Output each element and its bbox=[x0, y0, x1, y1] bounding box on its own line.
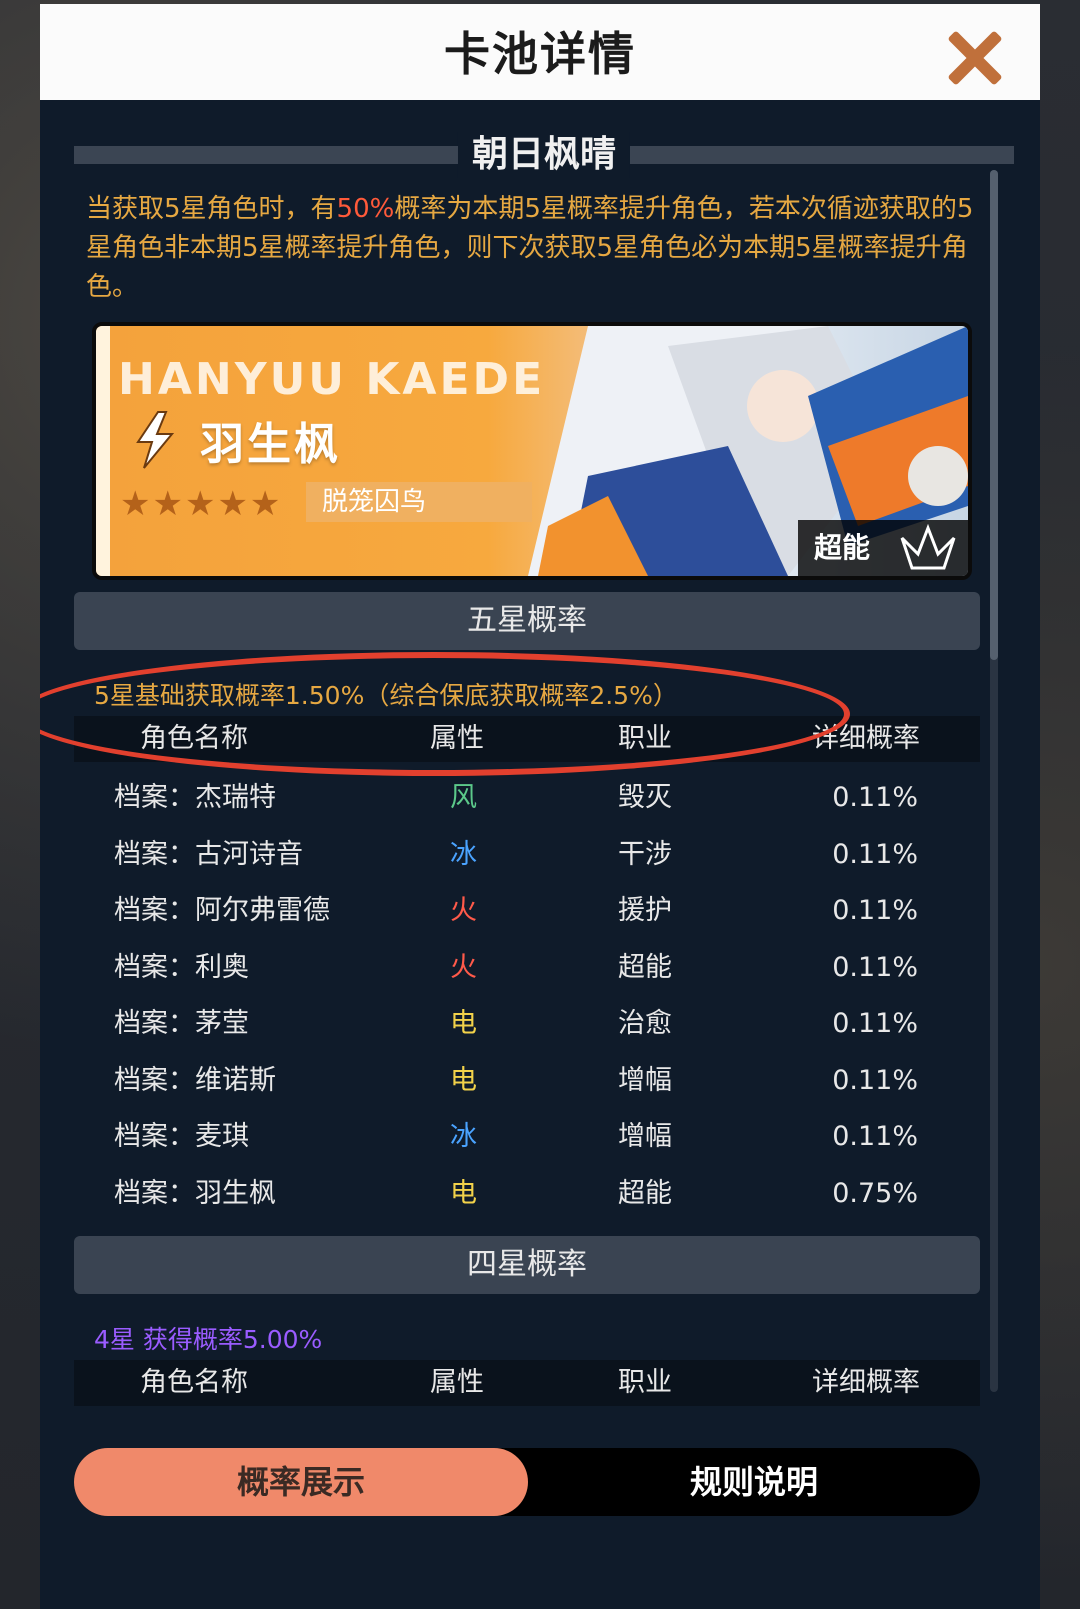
row-job: 增幅 bbox=[618, 1064, 672, 1096]
table-row: 档案：麦琪 冰 增幅 0.11% bbox=[74, 1109, 980, 1166]
pool-title-row: 朝日枫晴 bbox=[74, 132, 1014, 182]
pool-name: 朝日枫晴 bbox=[457, 132, 631, 178]
row-attr: 冰 bbox=[450, 1121, 477, 1152]
header-rate: 详细概率 bbox=[812, 1367, 920, 1398]
row-name: 档案：阿尔弗雷德 bbox=[114, 895, 330, 926]
guarantee-notice: 当获取5星角色时，有50%概率为本期5星概率提升角色，若本次循迹获取的5星角色非… bbox=[86, 190, 986, 307]
table-row: 档案：杰瑞特 风 毁灭 0.11% bbox=[74, 770, 980, 827]
lightning-icon bbox=[136, 411, 175, 469]
table-row: 档案：茅莹 电 治愈 0.11% bbox=[74, 996, 980, 1053]
row-name: 档案：杰瑞特 bbox=[114, 782, 276, 813]
header-rate: 详细概率 bbox=[812, 723, 920, 754]
featured-character-banner[interactable]: HANYUU KAEDE 羽生枫 ★★★★★ 脱笼囚鸟 超能 bbox=[92, 322, 972, 580]
row-rate: 0.11% bbox=[832, 1064, 918, 1096]
row-job: 援护 bbox=[618, 895, 672, 926]
row-attr: 冰 bbox=[450, 838, 477, 870]
header-name: 角色名称 bbox=[140, 1367, 248, 1398]
star-icon: ★★★★★ bbox=[120, 484, 283, 524]
scrollbar-thumb[interactable] bbox=[990, 170, 998, 660]
row-job: 干涉 bbox=[618, 838, 672, 870]
row-rate: 0.11% bbox=[832, 838, 918, 870]
dialog-header: 卡池详情 bbox=[40, 4, 1040, 100]
class-label: 超能 bbox=[814, 531, 871, 564]
header-name: 角色名称 bbox=[140, 723, 248, 754]
row-job: 治愈 bbox=[618, 1008, 672, 1039]
row-job: 毁灭 bbox=[618, 782, 672, 813]
class-badge: 超能 bbox=[798, 520, 968, 576]
row-attr: 电 bbox=[450, 1008, 477, 1039]
row-name: 档案：茅莹 bbox=[114, 1008, 249, 1039]
row-rate: 0.11% bbox=[832, 895, 918, 926]
row-name: 档案：羽生枫 bbox=[114, 1177, 276, 1209]
four-star-table-header: 角色名称 属性 职业 详细概率 bbox=[74, 1360, 980, 1406]
row-name: 档案：利奥 bbox=[114, 951, 249, 983]
table-row: 档案：古河诗音 冰 干涉 0.11% bbox=[74, 827, 980, 884]
row-attr: 火 bbox=[450, 895, 477, 926]
notice-highlight: 50% bbox=[336, 194, 395, 224]
five-star-section-header: 五星概率 bbox=[74, 592, 980, 650]
notice-prefix: 当获取5星角色时，有 bbox=[86, 194, 337, 224]
class-emblem-icon bbox=[900, 524, 956, 570]
four-star-section-header: 四星概率 bbox=[74, 1236, 980, 1294]
row-name: 档案：麦琪 bbox=[114, 1121, 249, 1152]
row-rate: 0.75% bbox=[832, 1177, 918, 1209]
header-job: 职业 bbox=[618, 723, 672, 754]
header-attr: 属性 bbox=[430, 723, 484, 754]
row-job: 增幅 bbox=[618, 1121, 672, 1152]
row-rate: 0.11% bbox=[832, 951, 918, 983]
row-name: 档案：维诺斯 bbox=[114, 1064, 276, 1096]
header-attr: 属性 bbox=[430, 1367, 484, 1398]
five-star-rate: 5星基础获取概率1.50%（综合保底获取概率2.5%） bbox=[94, 681, 678, 710]
banner-tag: 脱笼囚鸟 bbox=[306, 482, 532, 522]
row-attr: 火 bbox=[450, 951, 477, 983]
pool-details-dialog: 卡池详情 朝日枫晴 当获取5星角色时，有50%概率为本期5星概率提升角色，若本次… bbox=[40, 4, 1040, 1609]
banner-english-name: HANYUU KAEDE bbox=[118, 354, 546, 405]
row-rate: 0.11% bbox=[832, 782, 918, 813]
row-attr: 风 bbox=[450, 782, 477, 813]
row-rate: 0.11% bbox=[832, 1008, 918, 1039]
table-row: 档案：维诺斯 电 增幅 0.11% bbox=[74, 1053, 980, 1110]
banner-stripe bbox=[96, 326, 110, 576]
table-row: 档案：阿尔弗雷德 火 援护 0.11% bbox=[74, 883, 980, 940]
bottom-tab-bar: 概率展示 规则说明 bbox=[74, 1448, 980, 1516]
row-job: 超能 bbox=[618, 951, 672, 983]
row-job: 超能 bbox=[618, 1177, 672, 1209]
five-star-table-header: 角色名称 属性 职业 详细概率 bbox=[74, 716, 980, 762]
row-attr: 电 bbox=[450, 1064, 477, 1096]
tab-rules[interactable]: 规则说明 bbox=[528, 1448, 980, 1516]
row-name: 档案：古河诗音 bbox=[114, 838, 303, 870]
row-rate: 0.11% bbox=[832, 1121, 918, 1152]
banner-character-name: 羽生枫 bbox=[200, 419, 341, 470]
four-star-rate: 4星 获得概率5.00% bbox=[94, 1325, 323, 1354]
header-job: 职业 bbox=[618, 1367, 672, 1398]
dialog-title: 卡池详情 bbox=[444, 27, 636, 81]
row-attr: 电 bbox=[450, 1177, 477, 1209]
close-icon[interactable] bbox=[940, 22, 1010, 92]
table-row: 档案：利奥 火 超能 0.11% bbox=[74, 940, 980, 997]
five-star-table: 档案：杰瑞特风毁灭 0.11% 档案：古河诗音冰干涉 0.11% 档案：阿尔弗雷德火… bbox=[74, 770, 980, 1222]
table-row: 档案：羽生枫 电 超能 0.75% bbox=[74, 1166, 980, 1223]
tab-probability[interactable]: 概率展示 bbox=[74, 1448, 528, 1516]
